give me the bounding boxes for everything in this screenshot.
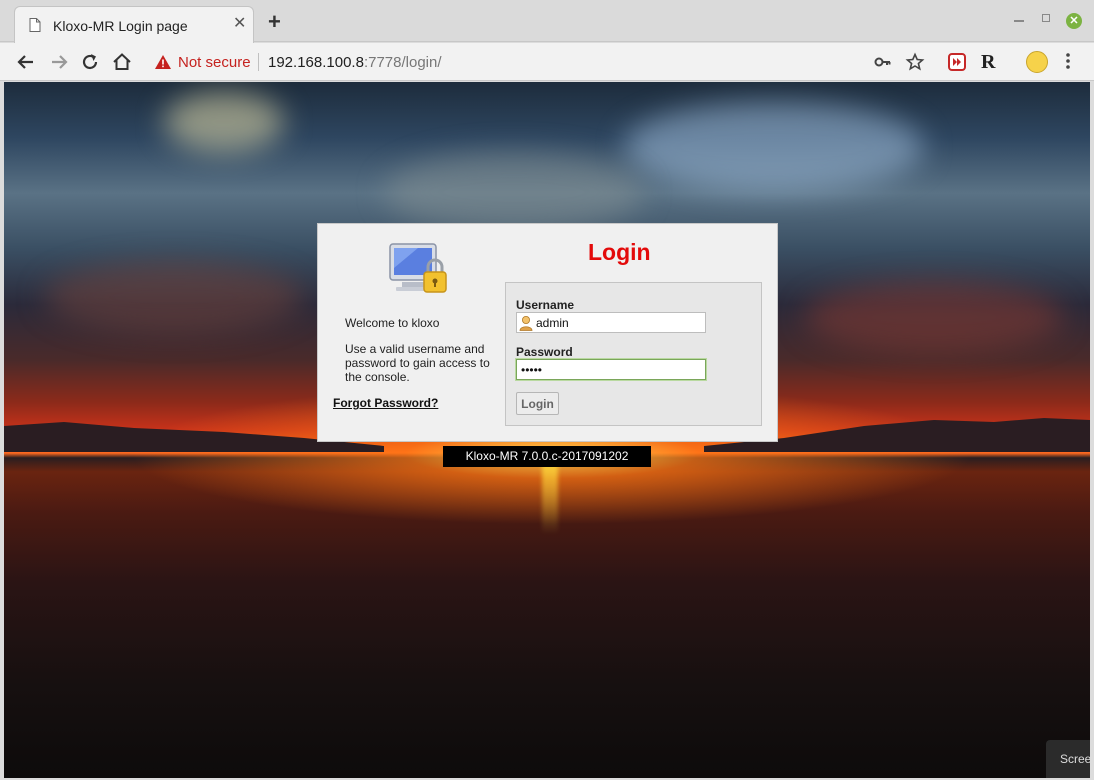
page-viewport: Welcome to kloxo Use a valid username an… [4, 82, 1090, 778]
login-button[interactable]: Login [516, 392, 559, 415]
tab-title: Kloxo-MR Login page [53, 18, 188, 34]
security-label[interactable]: Not secure [178, 54, 251, 71]
background-cloud [804, 282, 1064, 352]
tab-close-icon[interactable]: ✕ [233, 16, 246, 32]
page-icon [29, 18, 41, 32]
password-input[interactable] [515, 358, 707, 381]
username-input[interactable] [516, 312, 706, 333]
login-title: Login [588, 239, 651, 265]
window-close-button[interactable]: ✕ [1066, 13, 1082, 29]
welcome-text: Welcome to kloxo [345, 316, 440, 330]
forward-arrow-icon[interactable] [47, 50, 71, 74]
background-cloud [384, 152, 644, 232]
background-cloud [164, 92, 284, 152]
r-extension-icon[interactable]: R [981, 51, 995, 74]
url-host: 192.168.100.8 [268, 54, 364, 71]
warning-icon [155, 55, 171, 69]
home-icon[interactable] [110, 50, 134, 74]
login-panel: Welcome to kloxo Use a valid username an… [317, 223, 778, 442]
background-cloud [44, 262, 304, 332]
more-icon[interactable] [1065, 51, 1071, 71]
key-icon[interactable] [873, 52, 893, 72]
screenshot-popup[interactable]: Screen [1046, 740, 1090, 778]
tab-strip: Kloxo-MR Login page ✕ + ✕ [0, 0, 1094, 43]
computer-lock-icon [389, 243, 447, 293]
browser-toolbar: Not secure 192.168.100.8:7778/login/ R [0, 43, 1094, 81]
browser-tab[interactable]: Kloxo-MR Login page ✕ [14, 6, 254, 43]
username-label: Username [516, 298, 575, 312]
maximize-button[interactable] [1042, 14, 1050, 22]
description-text: Use a valid username and password to gai… [345, 342, 490, 384]
address-bar[interactable]: Not secure 192.168.100.8:7778/login/ [144, 47, 944, 77]
reload-icon[interactable] [78, 50, 102, 74]
password-label: Password [516, 345, 573, 359]
version-footer: Kloxo-MR 7.0.0.c-2017091202 [443, 446, 651, 467]
star-icon[interactable] [905, 52, 925, 72]
background-cloud [624, 102, 924, 192]
popup-text: Screen [1060, 752, 1090, 766]
new-tab-button[interactable]: + [268, 11, 281, 33]
url-text[interactable]: 192.168.100.8:7778/login/ [268, 54, 442, 71]
back-arrow-icon[interactable] [14, 50, 38, 74]
omnibox-divider [258, 53, 259, 71]
login-form: Username Password Login [505, 282, 762, 426]
minimize-button[interactable] [1014, 20, 1024, 22]
url-path: :7778/login/ [363, 54, 442, 71]
forgot-password-link[interactable]: Forgot Password? [333, 396, 438, 410]
extension-icon[interactable] [947, 52, 967, 72]
avatar-icon[interactable] [1026, 51, 1048, 73]
